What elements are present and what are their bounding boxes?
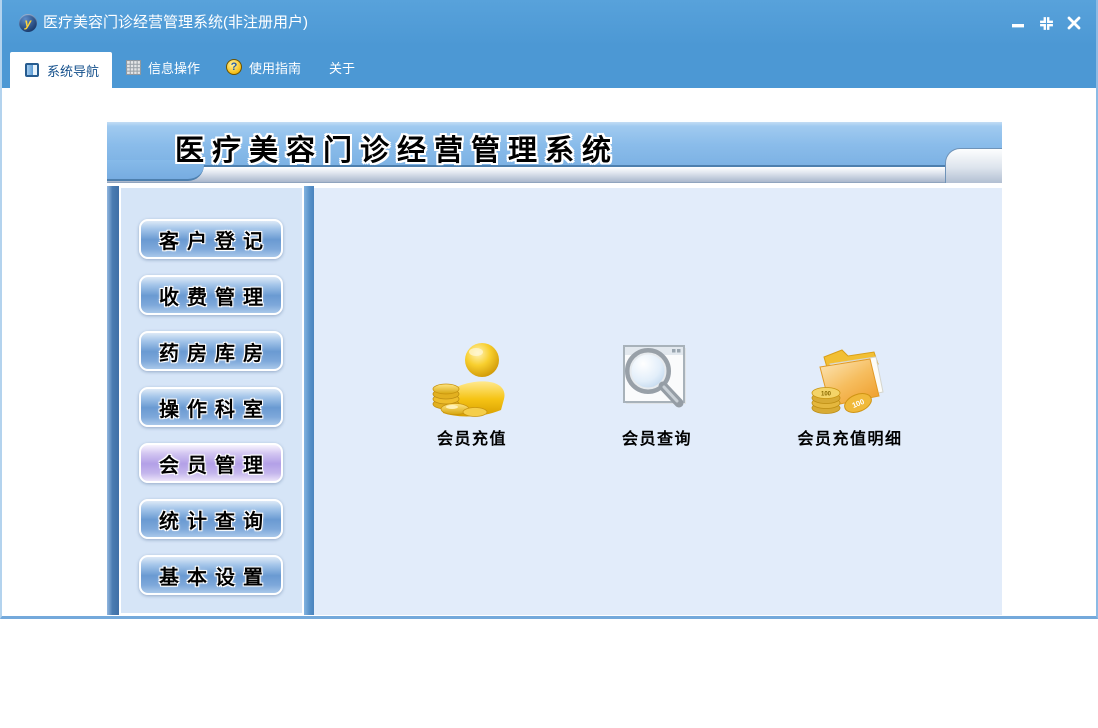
shortcut-recharge-details[interactable]: 100 100 会员充值明细	[780, 340, 920, 449]
banner-strip	[107, 167, 1002, 183]
shortcut-label: 会员充值明细	[797, 431, 903, 448]
tab-label: 系统导航	[47, 63, 100, 79]
sidebar: 客户登记 收费管理 药房库房 操作科室 会员管理 统计查询 基本设置	[119, 186, 304, 615]
left-accent-strip	[107, 186, 119, 615]
banner-right-tab	[945, 148, 1002, 183]
client-area: 医疗美容门诊经营管理系统 客户登记 收费管理 药房库房 操作科室 会员管理 统计…	[2, 88, 1096, 616]
coin-value-label: 100	[821, 392, 832, 398]
app-logo-icon: y	[19, 14, 37, 32]
window-title: 医疗美容门诊经营管理系统(非注册用户)	[43, 14, 308, 31]
tab-label: 使用指南	[249, 60, 302, 76]
recharge-details-icon: 100 100	[811, 349, 884, 414]
sidebar-item-fee-management[interactable]: 收费管理	[139, 275, 283, 315]
sidebar-item-basic-settings[interactable]: 基本设置	[139, 555, 283, 595]
shortcut-member-recharge[interactable]: 会员充值	[402, 340, 542, 449]
restore-button[interactable]	[1036, 13, 1056, 33]
tab-label: 关于	[329, 60, 356, 76]
main-panel: 会员充值 会员查询 100 100 会员充值明细	[314, 186, 1002, 615]
app-window: y 医疗美容门诊经营管理系统(非注册用户) 系统导航 信息操作 ? 使用指南 关…	[0, 0, 1098, 619]
app-logo-letter: y	[24, 16, 32, 30]
tab-user-guide[interactable]: ? 使用指南	[226, 46, 301, 88]
tab-label: 信息操作	[148, 60, 201, 76]
sidebar-item-statistics-query[interactable]: 统计查询	[139, 499, 283, 539]
minimize-icon	[1012, 24, 1024, 28]
tab-system-navigation[interactable]: 系统导航	[10, 52, 112, 88]
content-row: 客户登记 收费管理 药房库房 操作科室 会员管理 统计查询 基本设置 会员充值 …	[107, 186, 1002, 615]
tabstrip: 系统导航 信息操作 ? 使用指南 关于	[2, 46, 1096, 88]
window-controls	[1008, 0, 1084, 46]
close-button[interactable]	[1064, 13, 1084, 33]
banner-title: 医疗美容门诊经营管理系统	[175, 135, 620, 167]
restore-icon	[1039, 16, 1053, 30]
sidebar-item-customer-registration[interactable]: 客户登记	[139, 219, 283, 259]
titlebar: y 医疗美容门诊经营管理系统(非注册用户)	[2, 0, 1096, 46]
member-search-icon	[623, 345, 686, 408]
help-glyph: ?	[230, 61, 238, 73]
banner: 医疗美容门诊经营管理系统	[107, 120, 1002, 183]
minimize-button[interactable]	[1008, 13, 1028, 33]
shortcut-member-query[interactable]: 会员查询	[587, 340, 727, 449]
member-recharge-icon	[432, 343, 505, 417]
help-icon: ?	[226, 59, 242, 75]
sidebar-divider	[304, 186, 314, 615]
shortcut-label: 会员充值	[436, 431, 507, 448]
shortcut-label: 会员查询	[621, 431, 692, 448]
sidebar-item-member-management[interactable]: 会员管理	[139, 443, 283, 483]
close-icon	[1067, 16, 1081, 30]
desktop: y 医疗美容门诊经营管理系统(非注册用户) 系统导航 信息操作 ? 使用指南 关…	[0, 0, 1098, 728]
tab-info-operations[interactable]: 信息操作	[126, 46, 200, 88]
tab-about[interactable]: 关于	[329, 46, 355, 88]
sidebar-item-operation-department[interactable]: 操作科室	[139, 387, 283, 427]
grid-icon	[126, 59, 141, 75]
navigation-square-icon	[25, 63, 39, 77]
sidebar-item-pharmacy-warehouse[interactable]: 药房库房	[139, 331, 283, 371]
